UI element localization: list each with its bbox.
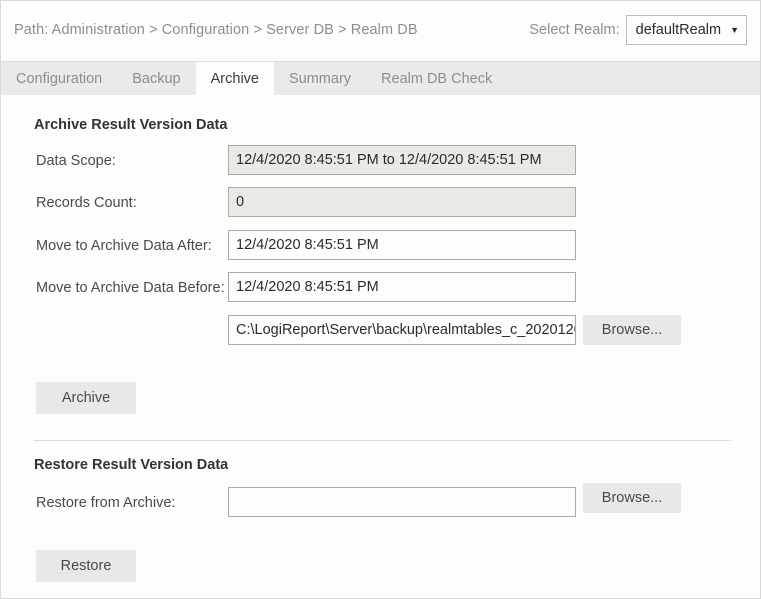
tab-label: Summary: [289, 71, 351, 87]
move-after-field[interactable]: 12/4/2020 8:45:51 PM: [228, 230, 576, 260]
tab-configuration[interactable]: Configuration: [1, 62, 117, 95]
tab-label: Configuration: [16, 71, 102, 87]
realm-select[interactable]: defaultRealm ▼: [626, 15, 747, 45]
tab-label: Archive: [211, 71, 259, 87]
select-realm-label: Select Realm:: [529, 22, 619, 38]
move-after-label: Move to Archive Data After:: [36, 238, 212, 254]
realm-select-value: defaultRealm: [636, 22, 721, 38]
archive-browse-button[interactable]: Browse...: [583, 315, 681, 345]
breadcrumb: Path: Administration > Configuration > S…: [14, 22, 418, 38]
restore-button[interactable]: Restore: [36, 550, 136, 582]
tab-realm-db-check[interactable]: Realm DB Check: [366, 62, 507, 95]
page-header: Path: Administration > Configuration > S…: [1, 1, 760, 61]
realm-selector-group: Select Realm: defaultRealm ▼: [529, 15, 747, 45]
restore-from-archive-label: Restore from Archive:: [36, 495, 175, 511]
tab-bar: Configuration Backup Archive Summary Realm D…: [1, 61, 760, 95]
restore-from-archive-field[interactable]: [228, 487, 576, 517]
data-scope-label: Data Scope:: [36, 153, 116, 169]
tab-label: Realm DB Check: [381, 71, 492, 87]
section-divider: [34, 440, 731, 441]
archive-section-title: Archive Result Version Data: [34, 117, 227, 133]
records-count-label: Records Count:: [36, 195, 137, 211]
restore-browse-button[interactable]: Browse...: [583, 483, 681, 513]
archive-path-field[interactable]: C:\LogiReport\Server\backup\realmtables_…: [228, 315, 576, 345]
tab-summary[interactable]: Summary: [274, 62, 366, 95]
tab-backup[interactable]: Backup: [117, 62, 195, 95]
data-scope-field: 12/4/2020 8:45:51 PM to 12/4/2020 8:45:5…: [228, 145, 576, 175]
restore-section-title: Restore Result Version Data: [34, 457, 228, 473]
chevron-down-icon: ▼: [730, 26, 739, 35]
move-before-label: Move to Archive Data Before:: [36, 280, 225, 296]
tab-archive[interactable]: Archive: [196, 62, 274, 95]
records-count-field: 0: [228, 187, 576, 217]
tab-label: Backup: [132, 71, 180, 87]
realm-db-archive-page: Path: Administration > Configuration > S…: [0, 0, 761, 599]
archive-button[interactable]: Archive: [36, 382, 136, 414]
move-before-field[interactable]: 12/4/2020 8:45:51 PM: [228, 272, 576, 302]
tab-panel-archive: Archive Result Version Data Data Scope: …: [1, 95, 760, 598]
